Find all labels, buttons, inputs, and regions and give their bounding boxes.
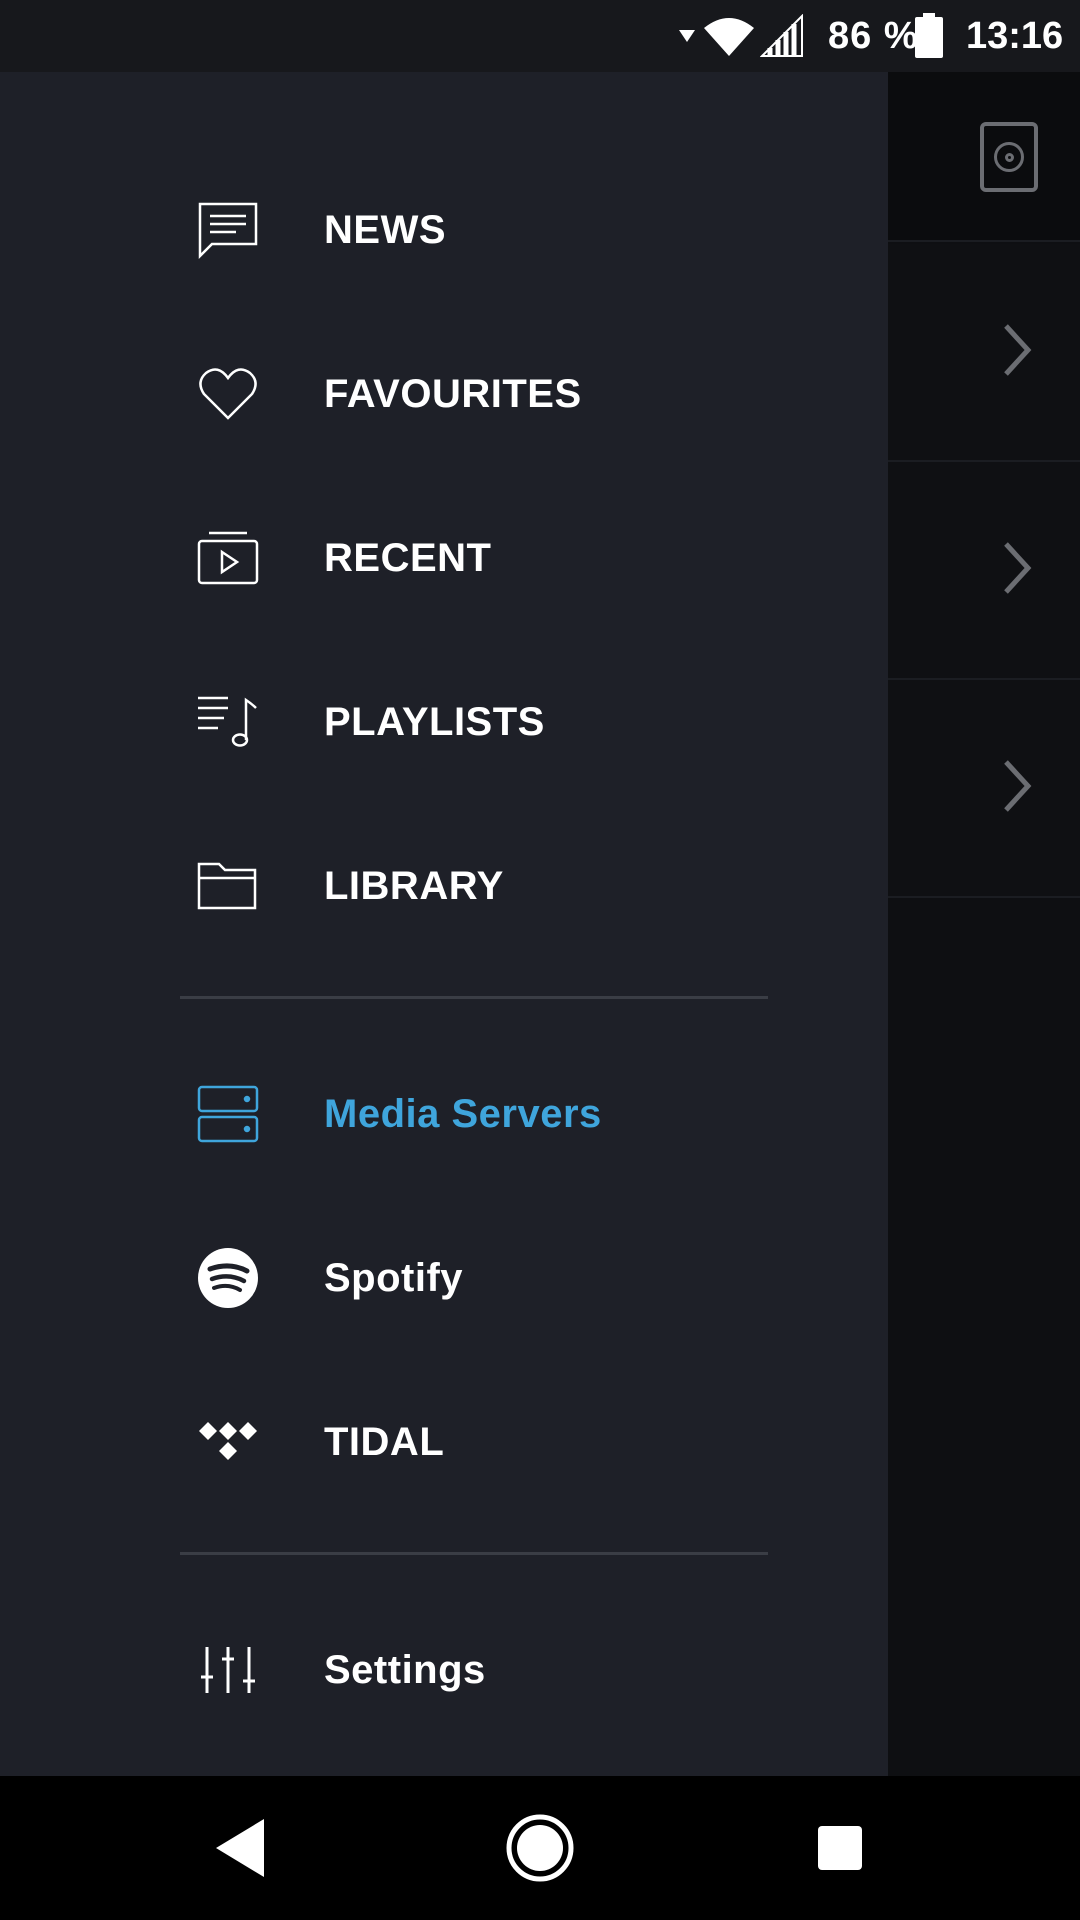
system-nav-bar <box>0 1776 1080 1920</box>
playlist-icon <box>196 690 260 754</box>
menu-label: Settings <box>324 1647 486 1692</box>
back-button[interactable] <box>200 1812 280 1884</box>
news-icon <box>196 198 260 262</box>
menu-label: Spotify <box>324 1255 464 1300</box>
back-icon <box>216 1819 264 1877</box>
menu-label: PLAYLISTS <box>324 699 545 744</box>
menu-item-playlists[interactable]: PLAYLISTS <box>0 662 888 782</box>
menu-divider <box>180 1552 768 1555</box>
menu-item-news[interactable]: NEWS <box>0 170 888 290</box>
clock: 13:16 <box>966 14 1064 57</box>
menu-item-settings[interactable]: Settings <box>0 1610 888 1730</box>
menu-label: RECENT <box>324 535 492 580</box>
recent-play-icon <box>196 526 260 590</box>
wifi-icon <box>702 0 756 72</box>
sliders-icon <box>196 1638 260 1702</box>
battery-percentage: 86 % <box>828 14 919 57</box>
chevron-right-icon <box>1004 542 1032 594</box>
chevron-right-icon <box>1004 760 1032 812</box>
speaker-button[interactable] <box>980 122 1038 192</box>
recents-icon <box>818 1826 862 1870</box>
menu-label: LIBRARY <box>324 863 504 908</box>
menu-item-tidal[interactable]: TIDAL <box>0 1382 888 1502</box>
menu-item-library[interactable]: LIBRARY <box>0 826 888 946</box>
dropdown-arrow-icon <box>678 0 696 72</box>
home-icon <box>506 1814 574 1882</box>
screen: 86 % 13:16 NEWS FAVOURITES RECENT PLAYLI… <box>0 0 1080 1920</box>
battery-icon <box>914 0 944 72</box>
speaker-icon <box>994 142 1024 172</box>
menu-item-favourites[interactable]: FAVOURITES <box>0 334 888 454</box>
menu-label: Media Servers <box>324 1091 602 1136</box>
menu-label: NEWS <box>324 207 446 252</box>
home-button[interactable] <box>500 1812 580 1884</box>
navigation-drawer: NEWS FAVOURITES RECENT PLAYLISTS LIBRARY… <box>0 72 888 1776</box>
menu-divider <box>180 996 768 999</box>
menu-label: FAVOURITES <box>324 371 582 416</box>
recents-button[interactable] <box>800 1812 880 1884</box>
spotify-icon <box>196 1246 260 1310</box>
server-icon <box>196 1082 260 1146</box>
menu-item-recent[interactable]: RECENT <box>0 498 888 618</box>
folder-icon <box>196 854 260 918</box>
status-bar: 86 % 13:16 <box>0 0 1080 72</box>
menu-item-spotify[interactable]: Spotify <box>0 1218 888 1338</box>
menu-label: TIDAL <box>324 1419 445 1464</box>
tidal-icon <box>196 1410 260 1474</box>
chevron-right-icon <box>1004 324 1032 376</box>
heart-icon <box>196 362 260 426</box>
signal-icon <box>760 0 804 72</box>
menu-item-media-servers[interactable]: Media Servers <box>0 1054 888 1174</box>
